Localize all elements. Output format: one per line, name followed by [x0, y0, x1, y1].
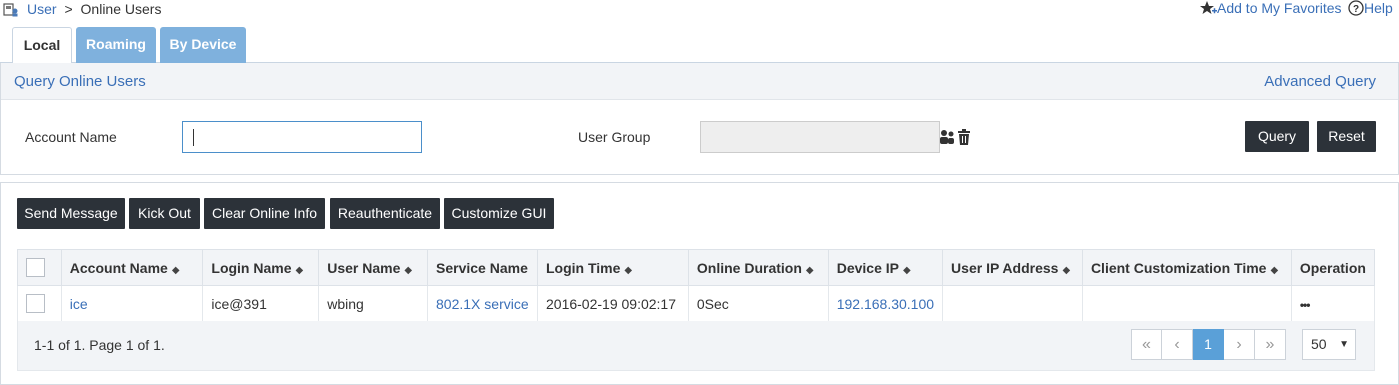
table-footer: 1-1 of 1. Page 1 of 1. « ‹ 1 › » 50 ▼	[17, 321, 1375, 371]
column-header-login-time[interactable]: Login Time ◆	[537, 249, 689, 286]
help-link[interactable]: ? Help	[1348, 0, 1393, 16]
column-header-client-customization-time[interactable]: Client Customization Time ◆	[1081, 249, 1292, 286]
cell-login-name: ice@391	[202, 285, 320, 322]
text-caret	[193, 129, 194, 146]
column-header-user-ip-address[interactable]: User IP Address ◆	[942, 249, 1083, 286]
current-page-button[interactable]: 1	[1193, 329, 1224, 360]
user-module-icon	[3, 3, 18, 17]
cell-user-name: wbing	[318, 285, 429, 322]
query-panel: Query Online Users Advanced Query Accoun…	[0, 63, 1399, 175]
query-button[interactable]: Query	[1245, 121, 1309, 152]
add-to-favorites-link[interactable]: Add to My Favorites	[1200, 0, 1342, 16]
sort-icon: ◆	[295, 264, 304, 276]
online-users-grid-panel: Send Message Kick Out Clear Online Info …	[0, 182, 1399, 385]
svg-text:?: ?	[1353, 4, 1359, 15]
sort-icon: ◆	[624, 264, 633, 276]
next-page-button[interactable]: ›	[1224, 329, 1255, 360]
send-message-button[interactable]: Send Message	[17, 198, 125, 229]
first-page-button[interactable]: «	[1131, 329, 1162, 360]
breadcrumb-separator: >	[64, 1, 73, 17]
column-header-login-name[interactable]: Login Name ◆	[202, 249, 320, 286]
last-page-button[interactable]: »	[1255, 329, 1286, 360]
cell-login-time: 2016-02-19 09:02:17	[537, 285, 689, 322]
select-all-cell	[17, 249, 62, 286]
cell-client-customization-time	[1081, 285, 1292, 322]
query-panel-header: Query Online Users Advanced Query	[1, 63, 1398, 100]
help-label: Help	[1364, 0, 1393, 16]
cell-service-name[interactable]: 802.1X service	[427, 285, 538, 322]
sort-icon: ◆	[902, 264, 911, 276]
page-size-select[interactable]: 50 ▼	[1302, 329, 1356, 360]
column-header-device-ip[interactable]: Device IP ◆	[827, 249, 944, 286]
cell-operation: •••	[1290, 285, 1376, 322]
breadcrumb-user-link[interactable]: User	[27, 1, 57, 17]
reauthenticate-button[interactable]: Reauthenticate	[330, 198, 440, 229]
pagination-summary: 1-1 of 1. Page 1 of 1.	[34, 337, 165, 353]
sort-icon: ◆	[1270, 264, 1279, 276]
cell-device-ip[interactable]: 192.168.30.100	[827, 285, 944, 322]
prev-page-button[interactable]: ‹	[1162, 329, 1193, 360]
column-header-operation: Operation	[1290, 249, 1376, 286]
user-group-input	[700, 121, 940, 153]
column-header-user-name[interactable]: User Name ◆	[318, 249, 429, 286]
breadcrumb-current: Online Users	[80, 1, 162, 17]
advanced-query-link[interactable]: Advanced Query	[1264, 73, 1376, 90]
tab-roaming[interactable]: Roaming	[76, 27, 156, 63]
trash-icon[interactable]	[957, 128, 971, 146]
pagination: « ‹ 1 › »	[1131, 329, 1286, 360]
cell-account-name[interactable]: ice	[60, 285, 204, 322]
tab-by-device[interactable]: By Device	[160, 27, 246, 63]
sort-icon: ◆	[805, 264, 814, 276]
kick-out-button[interactable]: Kick Out	[129, 198, 200, 229]
user-group-actions	[939, 127, 973, 147]
account-name-label: Account Name	[25, 129, 117, 145]
sort-icon: ◆	[404, 264, 413, 276]
select-all-checkbox[interactable]	[26, 258, 45, 277]
tab-local[interactable]: Local	[12, 27, 72, 64]
help-icon: ?	[1348, 0, 1364, 16]
row-select-cell	[17, 285, 62, 322]
cell-online-duration: 0Sec	[687, 285, 829, 322]
customize-gui-button[interactable]: Customize GUI	[444, 198, 554, 229]
cell-user-ip-address	[942, 285, 1083, 322]
breadcrumb: User > Online Users	[27, 1, 161, 17]
column-header-online-duration[interactable]: Online Duration ◆	[687, 249, 829, 286]
table-header-row: Account Name ◆ Login Name ◆ User Name ◆ Ser…	[17, 249, 1376, 286]
online-users-table: Account Name ◆ Login Name ◆ User Name ◆ Ser…	[17, 249, 1376, 322]
star-plus-icon	[1200, 1, 1217, 14]
favorites-label: Add to My Favorites	[1217, 0, 1342, 16]
reset-button[interactable]: Reset	[1317, 121, 1376, 152]
select-users-icon[interactable]	[939, 128, 955, 146]
more-actions-icon[interactable]: •••	[1300, 298, 1311, 312]
dropdown-arrow-icon: ▼	[1339, 339, 1349, 350]
clear-online-info-button[interactable]: Clear Online Info	[204, 198, 325, 229]
account-name-input[interactable]	[182, 121, 422, 153]
sort-icon: ◆	[171, 264, 180, 276]
top-bar: User > Online Users Add to My Favorites …	[0, 0, 1399, 22]
row-checkbox[interactable]	[26, 294, 45, 313]
table-row: ice ice@391 wbing 802.1X service 2016-02…	[17, 285, 1376, 322]
user-group-label: User Group	[578, 129, 651, 145]
page-size-value: 50	[1311, 336, 1327, 352]
query-title: Query Online Users	[14, 73, 146, 90]
sort-icon: ◆	[1062, 264, 1071, 276]
tab-bar: Local Roaming By Device	[0, 26, 1399, 64]
column-header-account-name[interactable]: Account Name ◆	[60, 249, 204, 286]
column-header-service-name: Service Name	[427, 249, 538, 286]
